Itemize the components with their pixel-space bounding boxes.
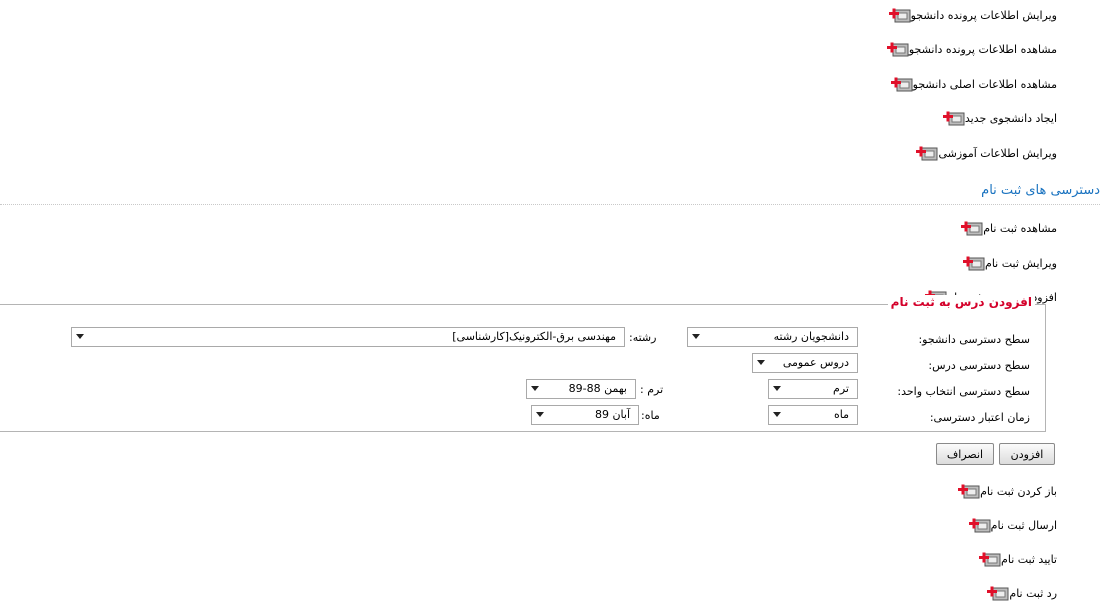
section-title-registration-access: دسترسی های ثبت نام xyxy=(981,183,1100,198)
link-edit-student-file[interactable]: ویرایش اطلاعات پرونده دانشجو xyxy=(885,6,1057,24)
term-label: ترم : xyxy=(640,383,664,396)
permission-key-icon xyxy=(979,550,1001,568)
link-send-registration[interactable]: ارسال ثبت نام xyxy=(965,516,1057,534)
section-divider xyxy=(0,204,1100,205)
link-label[interactable]: ارسال ثبت نام xyxy=(991,519,1057,532)
link-edit-education-info[interactable]: ویرایش اطلاعات آموزشی xyxy=(912,144,1057,162)
link-view-student-file[interactable]: مشاهده اطلاعات پرونده دانشجو xyxy=(883,40,1057,58)
major-label: رشته: xyxy=(629,331,657,344)
course-level-label: سطح دسترسی درس: xyxy=(928,359,1030,372)
term-select[interactable]: بهمن 88-89 xyxy=(526,379,636,399)
link-label[interactable]: باز کردن ثبت نام xyxy=(980,485,1057,498)
select-value: دانشجویان رشته xyxy=(773,330,849,343)
unit-selection-level-label: سطح دسترسی انتخاب واحد: xyxy=(897,385,1030,398)
permission-key-icon xyxy=(987,584,1009,602)
permission-key-icon xyxy=(961,219,983,237)
select-value: بهمن 88-89 xyxy=(568,382,627,395)
link-create-student[interactable]: ایجاد دانشجوی جدید xyxy=(939,109,1057,127)
access-validity-label: زمان اعتبار دسترسی: xyxy=(929,411,1030,424)
chevron-down-icon xyxy=(757,360,765,365)
link-open-registration[interactable]: باز کردن ثبت نام xyxy=(954,482,1057,500)
permission-key-icon xyxy=(942,109,965,127)
chevron-down-icon xyxy=(773,386,781,391)
permission-key-icon xyxy=(963,254,985,272)
unit-selection-level-select[interactable]: ترم xyxy=(768,379,858,399)
link-label[interactable]: رد ثبت نام xyxy=(1009,587,1057,600)
access-validity-select[interactable]: ماه xyxy=(768,405,858,425)
select-value: مهندسی برق-الکترونیک[کارشناسی] xyxy=(452,330,616,343)
link-label[interactable]: ویرایش ثبت نام xyxy=(985,257,1057,270)
month-select[interactable]: آبان 89 xyxy=(531,405,639,425)
chevron-down-icon xyxy=(76,334,84,339)
link-label[interactable]: مشاهده اطلاعات اصلی دانشجو xyxy=(913,78,1057,91)
link-view-student-main-info[interactable]: مشاهده اطلاعات اصلی دانشجو xyxy=(887,75,1057,93)
add-button[interactable]: افزودن xyxy=(999,443,1055,465)
chevron-down-icon xyxy=(773,412,781,417)
permission-key-icon xyxy=(888,6,911,24)
permission-key-icon xyxy=(958,482,980,500)
link-approve-registration[interactable]: تایید ثبت نام xyxy=(975,550,1057,568)
add-course-panel: افزودن درس به ثبت نام سطح دسترسی دانشجو:… xyxy=(0,295,1046,432)
select-value: آبان 89 xyxy=(594,408,630,421)
course-level-select[interactable]: دروس عمومی xyxy=(752,353,858,373)
select-value: ترم xyxy=(833,382,849,395)
link-view-registration[interactable]: مشاهده ثبت نام xyxy=(957,219,1057,237)
link-label[interactable]: ایجاد دانشجوی جدید xyxy=(965,112,1057,125)
student-level-select[interactable]: دانشجویان رشته xyxy=(687,327,858,347)
select-value: دروس عمومی xyxy=(782,356,849,369)
chevron-down-icon xyxy=(536,412,544,417)
link-label[interactable]: ویرایش اطلاعات پرونده دانشجو xyxy=(911,9,1057,22)
major-select[interactable]: مهندسی برق-الکترونیک[کارشناسی] xyxy=(71,327,625,347)
cancel-button[interactable]: انصراف xyxy=(936,443,994,465)
link-label[interactable]: مشاهده ثبت نام xyxy=(983,222,1057,235)
permission-key-icon xyxy=(916,144,938,162)
permission-key-icon xyxy=(890,75,913,93)
link-label[interactable]: تایید ثبت نام xyxy=(1001,553,1057,566)
link-edit-registration[interactable]: ویرایش ثبت نام xyxy=(959,254,1057,272)
panel-legend: افزودن درس به ثبت نام xyxy=(887,295,1035,309)
permission-key-icon xyxy=(886,40,909,58)
link-label[interactable]: ویرایش اطلاعات آموزشی xyxy=(938,147,1057,160)
student-level-label: سطح دسترسی دانشجو: xyxy=(918,333,1030,346)
select-value: ماه xyxy=(833,408,849,421)
link-reject-registration[interactable]: رد ثبت نام xyxy=(983,584,1057,602)
link-label[interactable]: مشاهده اطلاعات پرونده دانشجو xyxy=(909,43,1057,56)
permission-key-icon xyxy=(968,516,991,534)
chevron-down-icon xyxy=(531,386,539,391)
chevron-down-icon xyxy=(692,334,700,339)
month-label: ماه: xyxy=(641,409,660,422)
